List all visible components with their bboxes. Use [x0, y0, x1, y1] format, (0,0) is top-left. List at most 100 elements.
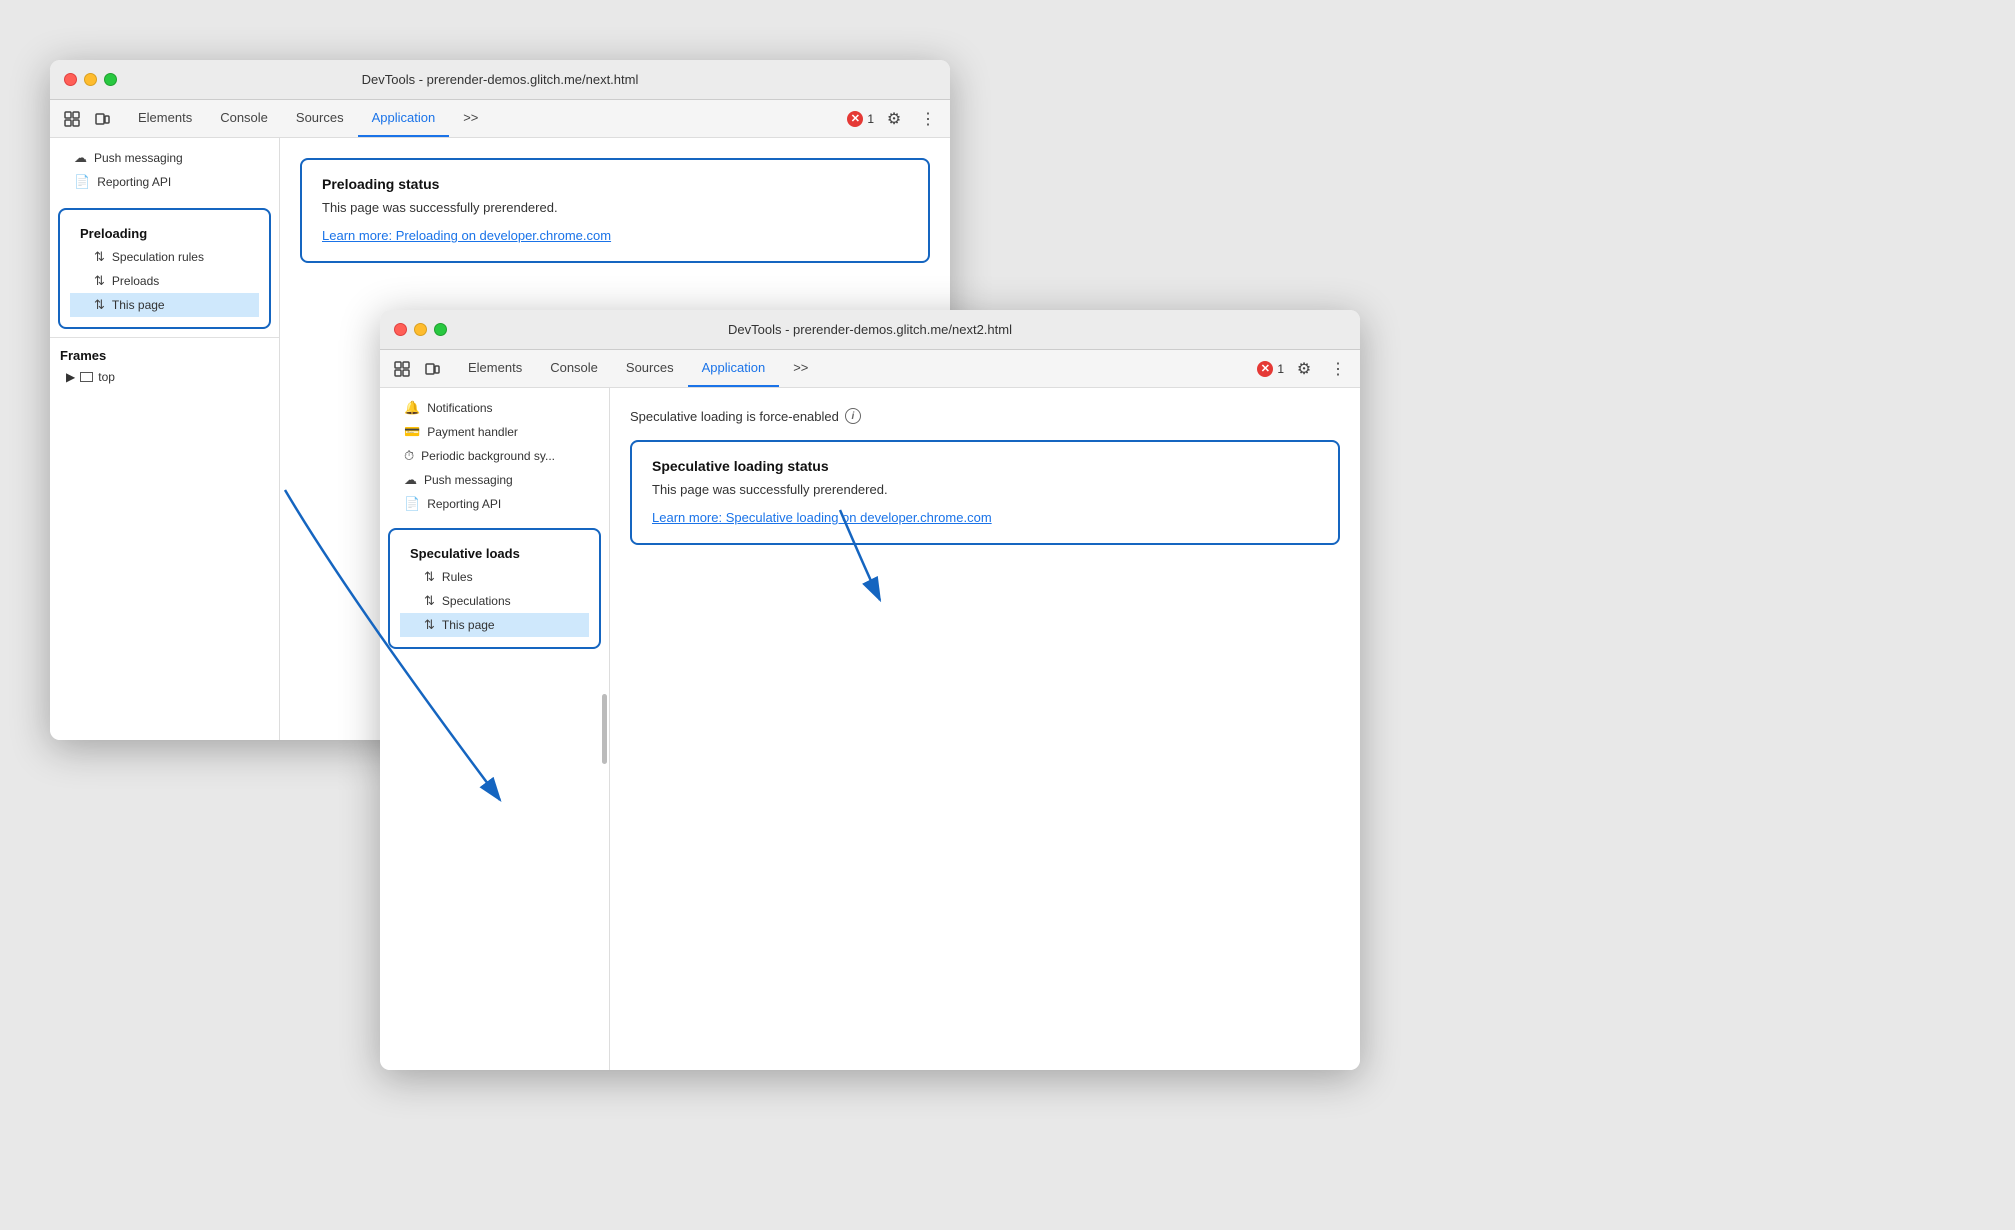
preloading-status-box: Preloading status This page was successf… [300, 158, 930, 263]
tab-application-1[interactable]: Application [358, 100, 450, 137]
titlebar-2: DevTools - prerender-demos.glitch.me/nex… [380, 310, 1360, 350]
sidebar-label-notif: Notifications [427, 401, 492, 415]
sidebar-divider-1 [50, 337, 279, 338]
sidebar-label-sr: Speculation rules [112, 250, 204, 264]
sidebar-label-preloads: Preloads [112, 274, 159, 288]
tab-sources-1[interactable]: Sources [282, 100, 358, 137]
more-options-button-1[interactable]: ⋮ [914, 105, 942, 133]
close-button-2[interactable] [394, 323, 407, 336]
device-icon[interactable] [88, 105, 116, 133]
sidebar-2: 🔔 Notifications 💳 Payment handler ⏱ Peri… [380, 388, 610, 1070]
sidebar-item-rules[interactable]: ⇅ Rules [400, 565, 589, 589]
speculative-status-text: This page was successfully prerendered. [652, 482, 1318, 497]
arrows-icon-sr: ⇅ [94, 249, 105, 265]
toolbar-right-2: ✕ 1 ⚙ ⋮ [1257, 355, 1352, 383]
cloud-icon-2: ☁ [404, 472, 417, 488]
force-enabled-row: Speculative loading is force-enabled i [630, 408, 1340, 424]
fullscreen-button-2[interactable] [434, 323, 447, 336]
speculative-status-title: Speculative loading status [652, 458, 1318, 474]
tab-sources-2[interactable]: Sources [612, 350, 688, 387]
tab-console-1[interactable]: Console [206, 100, 282, 137]
speculative-group-header: Speculative loads [400, 540, 589, 565]
speculative-learn-more-link[interactable]: Learn more: Speculative loading on devel… [652, 510, 992, 525]
sidebar-item-this-page-1[interactable]: ⇅ This page [70, 293, 259, 317]
preloading-learn-more-link[interactable]: Learn more: Preloading on developer.chro… [322, 228, 611, 243]
error-badge-2[interactable]: ✕ 1 [1257, 361, 1284, 377]
preloading-group-box: Preloading ⇅ Speculation rules ⇅ Preload… [58, 208, 271, 329]
arrows-icon-specs: ⇅ [424, 593, 435, 609]
card-icon: 💳 [404, 424, 420, 440]
devtools-toolbar-2: Elements Console Sources Application >> … [380, 350, 1360, 388]
sidebar-label-reporting-2: Reporting API [427, 497, 501, 511]
speculative-status-box: Speculative loading status This page was… [630, 440, 1340, 545]
doc-icon-2: 📄 [404, 496, 420, 512]
tab-elements-2[interactable]: Elements [454, 350, 536, 387]
devtools-toolbar-1: Elements Console Sources Application >> … [50, 100, 950, 138]
sidebar-item-payment[interactable]: 💳 Payment handler [380, 420, 609, 444]
sidebar-item-speculations[interactable]: ⇅ Speculations [400, 589, 589, 613]
settings-button-1[interactable]: ⚙ [880, 105, 908, 133]
tab-bar-1: Elements Console Sources Application >> [124, 100, 492, 137]
inspect-icon-2[interactable] [388, 355, 416, 383]
sidebar-label-payment: Payment handler [427, 425, 518, 439]
sidebar-item-push-2[interactable]: ☁ Push messaging [380, 468, 609, 492]
sidebar-label-specs: Speculations [442, 594, 511, 608]
sidebar-item-this-page-2[interactable]: ⇅ This page [400, 613, 589, 637]
arrows-icon-rules: ⇅ [424, 569, 435, 585]
sidebar-label-push-1: Push messaging [94, 151, 183, 165]
close-button-1[interactable] [64, 73, 77, 86]
info-icon[interactable]: i [845, 408, 861, 424]
error-icon-2: ✕ [1257, 361, 1273, 377]
error-count-1: 1 [867, 112, 874, 126]
tab-bar-2: Elements Console Sources Application >> [454, 350, 822, 387]
sidebar-item-periodic-bg[interactable]: ⏱ Periodic background sy... [380, 444, 609, 468]
minimize-button-2[interactable] [414, 323, 427, 336]
tab-more-1[interactable]: >> [449, 100, 492, 137]
sidebar-scrollbar-2[interactable] [602, 694, 607, 764]
traffic-lights-1 [64, 73, 117, 86]
error-count-2: 1 [1277, 362, 1284, 376]
sidebar-label-rules: Rules [442, 570, 473, 584]
tree-arrow-icon: ▶ [66, 370, 75, 384]
frames-top-label: top [98, 370, 115, 384]
sidebar-label-periodic: Periodic background sy... [421, 449, 555, 463]
sidebar-label-tp1: This page [112, 298, 165, 312]
sidebar-item-push-messaging-1[interactable]: ☁ Push messaging [50, 146, 279, 170]
window-title-2: DevTools - prerender-demos.glitch.me/nex… [728, 322, 1012, 337]
sidebar-label-tp2: This page [442, 618, 495, 632]
sidebar-item-speculation-rules[interactable]: ⇅ Speculation rules [70, 245, 259, 269]
error-badge-1[interactable]: ✕ 1 [847, 111, 874, 127]
cloud-icon-1: ☁ [74, 150, 87, 166]
sidebar-item-preloads[interactable]: ⇅ Preloads [70, 269, 259, 293]
bell-icon: 🔔 [404, 400, 420, 416]
tab-elements-1[interactable]: Elements [124, 100, 206, 137]
sidebar-label-reporting-1: Reporting API [97, 175, 171, 189]
frames-top-item[interactable]: ▶ top [50, 367, 279, 387]
force-enabled-text: Speculative loading is force-enabled [630, 409, 839, 424]
more-options-button-2[interactable]: ⋮ [1324, 355, 1352, 383]
settings-button-2[interactable]: ⚙ [1290, 355, 1318, 383]
minimize-button-1[interactable] [84, 73, 97, 86]
tab-application-2[interactable]: Application [688, 350, 780, 387]
arrows-icon-tp2: ⇅ [424, 617, 435, 633]
inspect-icon[interactable] [58, 105, 86, 133]
preloading-status-text: This page was successfully prerendered. [322, 200, 908, 215]
clock-icon: ⏱ [404, 448, 414, 464]
sidebar-item-notifications[interactable]: 🔔 Notifications [380, 396, 609, 420]
arrows-icon-tp1: ⇅ [94, 297, 105, 313]
devtools-window-2: DevTools - prerender-demos.glitch.me/nex… [380, 310, 1360, 1070]
sidebar-item-reporting-1[interactable]: 📄 Reporting API [50, 170, 279, 194]
tab-more-2[interactable]: >> [779, 350, 822, 387]
preloading-status-title: Preloading status [322, 176, 908, 192]
toolbar-right-1: ✕ 1 ⚙ ⋮ [847, 105, 942, 133]
device-icon-2[interactable] [418, 355, 446, 383]
window-title-1: DevTools - prerender-demos.glitch.me/nex… [362, 72, 639, 87]
preloading-group-header: Preloading [70, 220, 259, 245]
frames-top-box-icon [80, 372, 93, 382]
error-icon-1: ✕ [847, 111, 863, 127]
fullscreen-button-1[interactable] [104, 73, 117, 86]
sidebar-scroll-2: 🔔 Notifications 💳 Payment handler ⏱ Peri… [380, 388, 609, 1070]
sidebar-item-reporting-2[interactable]: 📄 Reporting API [380, 492, 609, 516]
arrows-icon-preloads: ⇅ [94, 273, 105, 289]
tab-console-2[interactable]: Console [536, 350, 612, 387]
